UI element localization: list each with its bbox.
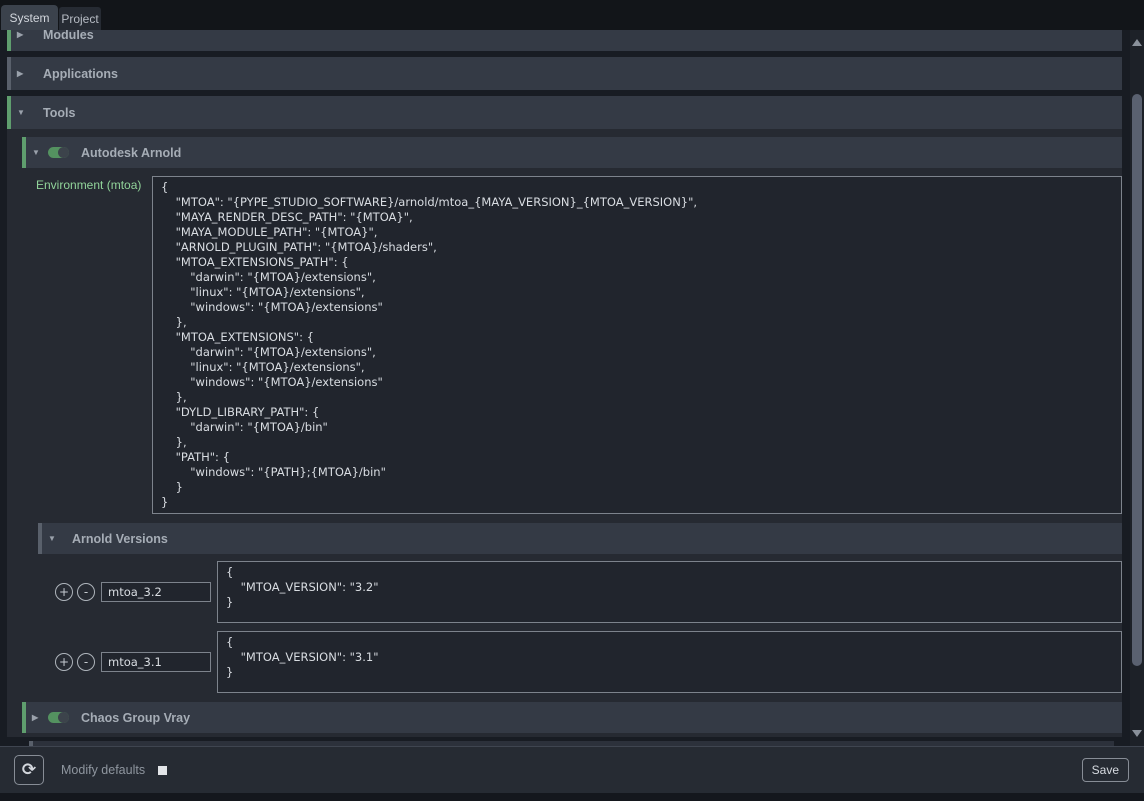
section-header-tools[interactable]: ▼ Tools (7, 96, 1122, 129)
remove-item-button[interactable]: - (77, 583, 95, 601)
version-row: + - { "MTOA_VERSION": "3.2" } (55, 561, 1122, 623)
tab-bar: System Project (0, 0, 1144, 30)
toggle-knob (58, 712, 69, 723)
save-button[interactable]: Save (1082, 758, 1129, 782)
vertical-scrollbar[interactable] (1130, 30, 1144, 746)
environment-row: Environment (mtoa) { "MTOA": "{PYPE_STUD… (36, 176, 1122, 514)
version-key-input[interactable] (101, 652, 211, 672)
add-item-button[interactable]: + (55, 653, 73, 671)
tab-project[interactable]: Project (59, 7, 101, 30)
settings-scroll-area: ▶ Modules ▶ Applications ▼ Tools ▼ Autod… (0, 30, 1130, 746)
chevron-down-icon: ▼ (17, 108, 31, 117)
section-header-autodesk-arnold[interactable]: ▼ Autodesk Arnold (22, 137, 1122, 168)
tab-system[interactable]: System (1, 5, 58, 30)
remove-item-button[interactable]: - (77, 653, 95, 671)
toggle-knob (58, 147, 69, 158)
environment-json-editor[interactable]: { "MTOA": "{PYPE_STUDIO_SOFTWARE}/arnold… (152, 176, 1122, 514)
section-label: Modules (43, 30, 94, 42)
version-key-input[interactable] (101, 582, 211, 602)
section-header-chaos-group-vray[interactable]: ▶ Chaos Group Vray (22, 702, 1122, 733)
scrollbar-thumb[interactable] (1132, 94, 1142, 666)
version-json-editor[interactable]: { "MTOA_VERSION": "3.2" } (217, 561, 1122, 623)
section-header-applications[interactable]: ▶ Applications (7, 57, 1122, 90)
chevron-down-icon: ▼ (32, 148, 46, 157)
tools-section-content: ▼ Autodesk Arnold Environment (mtoa) { "… (7, 129, 1122, 737)
section-label: Autodesk Arnold (81, 146, 181, 160)
chevron-right-icon: ▶ (32, 713, 46, 722)
section-label: Arnold Versions (72, 532, 168, 546)
version-json-editor[interactable]: { "MTOA_VERSION": "3.1" } (217, 631, 1122, 693)
section-header-modules[interactable]: ▶ Modules (7, 30, 1122, 51)
footer-bar: ⟳ Modify defaults Save (0, 746, 1144, 793)
version-row: + - { "MTOA_VERSION": "3.1" } (55, 631, 1122, 693)
refresh-icon[interactable]: ⟳ (14, 755, 44, 785)
add-item-button[interactable]: + (55, 583, 73, 601)
section-label: Chaos Group Vray (81, 711, 190, 725)
chevron-down-icon: ▼ (48, 534, 62, 543)
environment-label: Environment (mtoa) (36, 176, 152, 514)
settings-content: ▶ Modules ▶ Applications ▼ Tools ▼ Autod… (0, 30, 1130, 746)
scroll-down-arrow-icon[interactable] (1132, 730, 1142, 737)
scroll-up-arrow-icon[interactable] (1132, 39, 1142, 46)
modify-defaults-label: Modify defaults (61, 763, 145, 777)
section-header-arnold-versions[interactable]: ▼ Arnold Versions (38, 523, 1122, 554)
chevron-right-icon: ▶ (17, 30, 31, 39)
section-label: Tools (43, 106, 75, 120)
section-label: Applications (43, 67, 118, 81)
settings-window: System Project ▶ Modules ▶ Applications … (0, 0, 1144, 801)
vray-enabled-toggle[interactable] (48, 712, 69, 723)
arnold-enabled-toggle[interactable] (48, 147, 69, 158)
modify-defaults-checkbox[interactable] (158, 766, 167, 775)
chevron-right-icon: ▶ (17, 69, 31, 78)
